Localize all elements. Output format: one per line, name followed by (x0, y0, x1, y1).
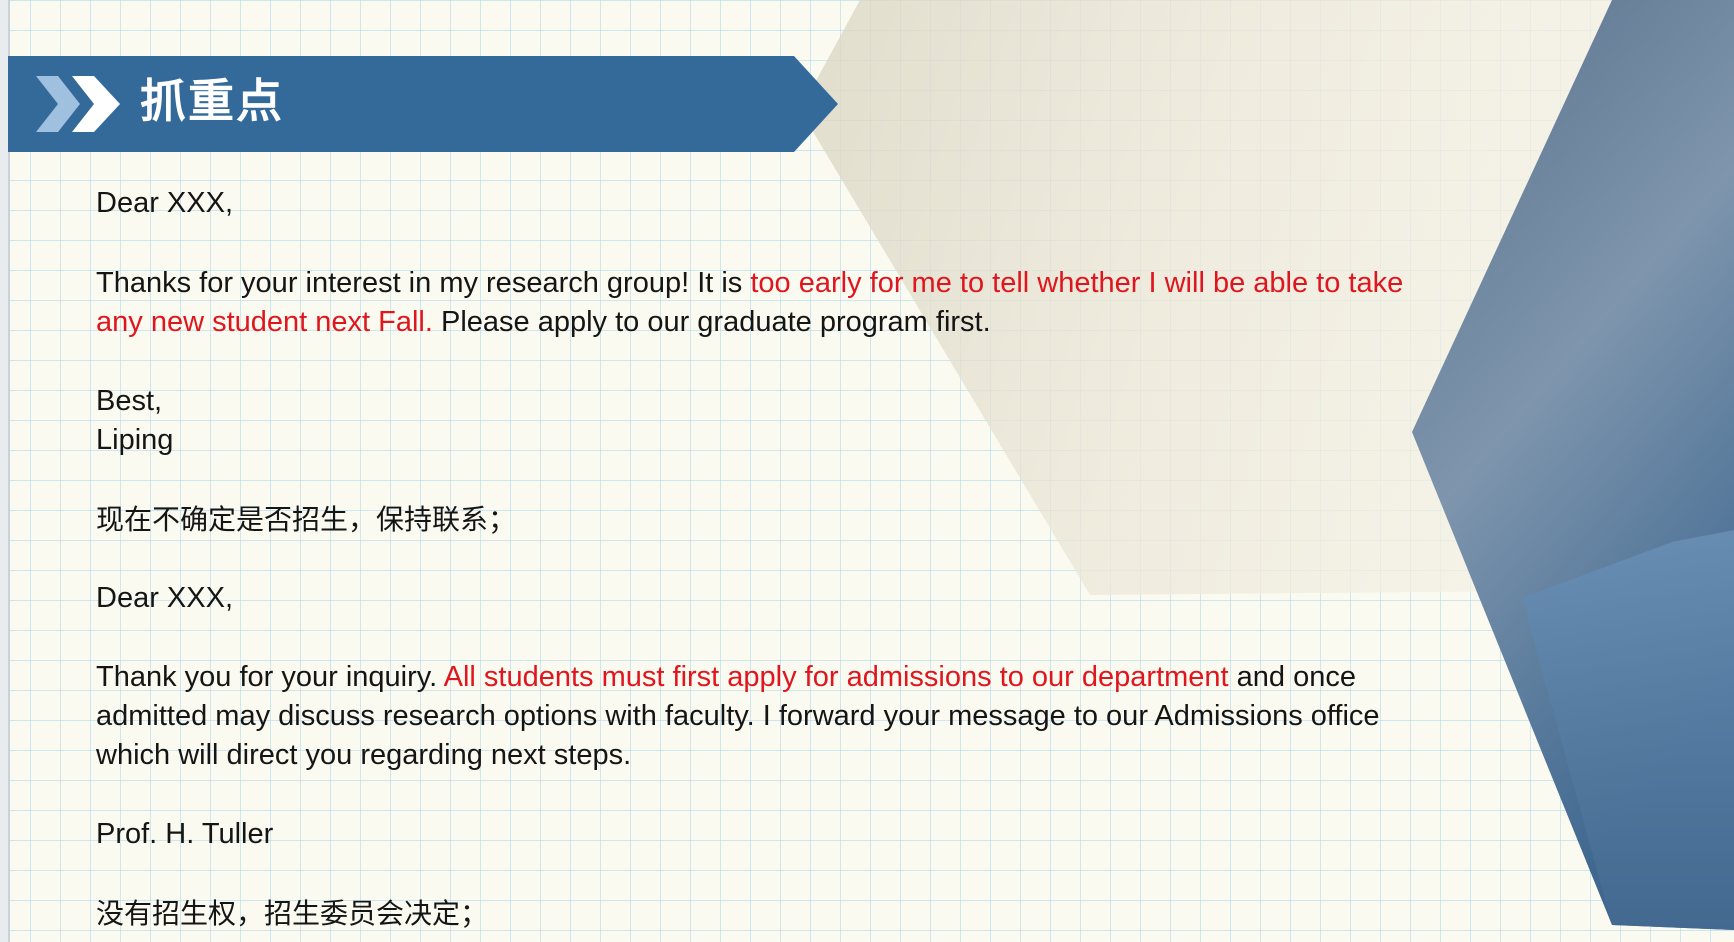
slide: 抓重点 Dear XXX, Thanks for your interest i… (0, 0, 1734, 942)
email1-note: 现在不确定是否招生，保持联系； (96, 503, 517, 536)
email1-highlight-part2: any new student next Fall. (96, 306, 433, 338)
email1-highlight-part1: too early for me to tell whether I will … (750, 267, 1404, 299)
email2-body-line1-text-a: Thank you for your inquiry. (96, 661, 444, 693)
email1-greeting: Dear XXX, (96, 187, 233, 219)
email1-body-line2-text: Please apply to our graduate program fir… (432, 306, 991, 338)
slide-title: 抓重点 (140, 74, 284, 128)
email2-body-line3: which will direct you regarding next ste… (96, 739, 632, 771)
email2-greeting: Dear XXX, (96, 582, 233, 614)
email2-body-line1-text-b: and once (1228, 661, 1356, 693)
email1-body-line2: any new student next Fall. Please apply … (96, 303, 991, 343)
email2-note: 没有招生权，招生委员会决定； (96, 897, 489, 930)
email1-closing: Best, (96, 385, 163, 417)
email2-body-line1: Thank you for your inquiry. All students… (96, 658, 1356, 698)
double-chevron-right-icon (36, 76, 120, 132)
title-banner (8, 56, 838, 152)
email1-body-line1: Thanks for your interest in my research … (96, 264, 1403, 304)
email1-signature: Liping (96, 424, 174, 456)
email2-body-line2: admitted may discuss research options wi… (96, 700, 1380, 732)
email2-highlight: All students must first apply for admiss… (443, 661, 1229, 693)
email1-body-line1-text: Thanks for your interest in my research … (96, 267, 751, 299)
email2-signature: Prof. H. Tuller (96, 818, 274, 850)
